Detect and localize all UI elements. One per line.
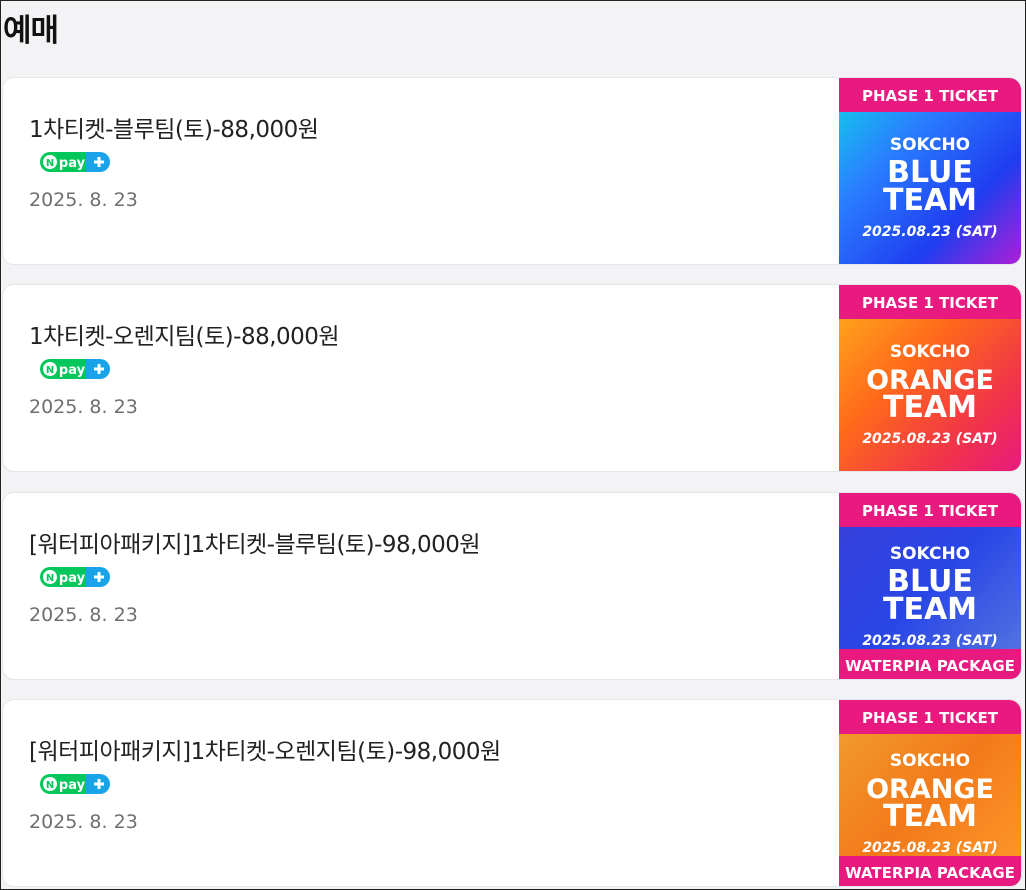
ticket-card[interactable]: [워터피아패키지]1차티켓-오렌지팀(토)-98,000원 Npay 2025. 8…	[2, 699, 1022, 887]
npay-plus-icon: Npay	[40, 567, 110, 587]
ticket-top-label: PHASE 1 TICKET	[862, 709, 999, 727]
ticket-card[interactable]: [워터피아패키지]1차티켓-블루팀(토)-98,000원 Npay 2025. 8.…	[2, 492, 1022, 680]
ticket-city: SOKCHO	[890, 342, 970, 362]
ticket-title[interactable]: [워터피아패키지]1차티켓-블루팀(토)-98,000원	[29, 525, 481, 559]
svg-text:N: N	[46, 365, 54, 376]
ticket-date: 2025. 8. 23	[29, 604, 138, 626]
ticket-city: SOKCHO	[890, 135, 970, 155]
svg-text:pay: pay	[59, 778, 86, 793]
npay-plus-icon: Npay	[40, 152, 110, 172]
ticket-date: 2025. 8. 23	[29, 811, 138, 833]
ticket-event-date: 2025.08.23 (SAT)	[862, 840, 997, 856]
ticket-card[interactable]: 1차티켓-블루팀(토)-88,000원 Npay 2025. 8. 23 PHASE …	[2, 77, 1022, 265]
ticket-city: SOKCHO	[890, 751, 970, 771]
svg-text:pay: pay	[59, 571, 86, 586]
ticket-card[interactable]: 1차티켓-오렌지팀(토)-88,000원 Npay 2025. 8. 23 PHASE…	[2, 284, 1022, 472]
ticket-title[interactable]: 1차티켓-블루팀(토)-88,000원	[29, 110, 319, 144]
svg-text:pay: pay	[59, 363, 86, 378]
ticket-top-label: PHASE 1 TICKET	[862, 87, 999, 105]
ticket-bottom-label: WATERPIA PACKAGE	[845, 657, 1015, 675]
ticket-date: 2025. 8. 23	[29, 396, 138, 418]
svg-text:pay: pay	[59, 156, 86, 171]
npay-plus-icon: Npay	[40, 774, 110, 794]
ticket-team-line2: TEAM	[883, 183, 977, 218]
ticket-date: 2025. 8. 23	[29, 189, 138, 211]
svg-text:N: N	[46, 780, 54, 791]
ticket-title[interactable]: [워터피아패키지]1차티켓-오렌지팀(토)-98,000원	[29, 732, 501, 766]
section-heading: 예매	[3, 13, 59, 49]
ticket-city: SOKCHO	[890, 544, 970, 564]
ticket-event-date: 2025.08.23 (SAT)	[862, 431, 997, 447]
ticket-bottom-label: WATERPIA PACKAGE	[845, 864, 1015, 882]
ticket-top-label: PHASE 1 TICKET	[862, 294, 999, 312]
ticket-title[interactable]: 1차티켓-오렌지팀(토)-88,000원	[29, 317, 340, 351]
npay-plus-icon: Npay	[40, 359, 110, 379]
ticket-team-line2: TEAM	[883, 592, 977, 627]
ticket-event-date: 2025.08.23 (SAT)	[862, 633, 997, 649]
svg-text:N: N	[46, 573, 54, 584]
ticket-thumbnail[interactable]: PHASE 1 TICKET SOKCHO ORANGE TEAM 2025.08.23…	[839, 700, 1021, 886]
svg-text:N: N	[46, 158, 54, 169]
ticket-team-line2: TEAM	[883, 799, 977, 834]
ticket-thumbnail[interactable]: PHASE 1 TICKET SOKCHO BLUE TEAM 2025.08.23 (…	[839, 493, 1021, 679]
ticket-list-panel: 예매 1차티켓-블루팀(토)-88,000원 Npay 2025. 8. 23 PHA…	[0, 0, 1026, 890]
ticket-team-line2: TEAM	[883, 390, 977, 425]
ticket-thumbnail[interactable]: PHASE 1 TICKET SOKCHO BLUE TEAM 2025.08.23 (…	[839, 78, 1021, 264]
ticket-top-label: PHASE 1 TICKET	[862, 502, 999, 520]
ticket-thumbnail[interactable]: PHASE 1 TICKET SOKCHO ORANGE TEAM 2025.08.23…	[839, 285, 1021, 471]
ticket-event-date: 2025.08.23 (SAT)	[862, 224, 997, 240]
